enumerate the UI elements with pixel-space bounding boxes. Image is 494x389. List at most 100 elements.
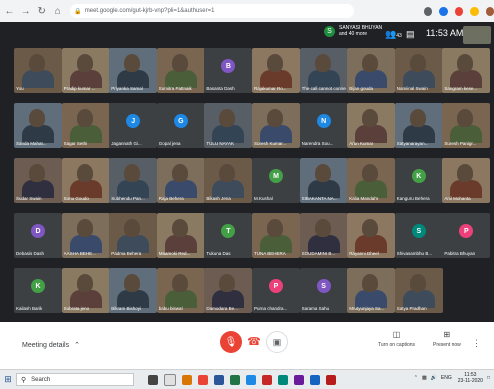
present-now-button[interactable]: ⊞ Present now <box>433 330 461 348</box>
captions-button[interactable]: ◫ Turn on captions <box>378 330 415 348</box>
app-icon[interactable] <box>294 374 304 385</box>
app-icon[interactable] <box>262 374 272 385</box>
self-view-thumbnail[interactable] <box>463 26 491 44</box>
address-bar[interactable]: 🔒 meet.google.com/gut-kjrb-vnp?pli=1&aut… <box>70 4 355 18</box>
participant-tile[interactable]: S Shivasambhu B... <box>394 213 443 258</box>
network-icon[interactable]: ▩ <box>422 375 427 381</box>
windows-start-icon[interactable]: ⊞ <box>0 370 16 389</box>
leave-call-button[interactable]: ☎ <box>244 331 264 351</box>
presenter-info[interactable]: S SANYASI BHUYAN and 40 more <box>324 25 393 37</box>
language-indicator[interactable]: ENG <box>441 375 452 381</box>
captions-label: Turn on captions <box>378 342 416 348</box>
participant-tile[interactable]: Sanda Mahat... <box>14 103 62 148</box>
app-icon[interactable] <box>310 374 320 385</box>
participant-tile[interactable]: Bijan gouda <box>347 48 396 93</box>
app-icon[interactable] <box>182 374 192 385</box>
participant-tile[interactable]: T Tukuna Das <box>204 213 253 258</box>
action-center-icon[interactable]: □ <box>487 375 490 381</box>
people-icon[interactable]: 👥43 <box>385 29 402 40</box>
participant-tile[interactable]: P Pabitra Bhuyan <box>442 213 491 258</box>
participant-tile[interactable]: Subrata jeno <box>61 268 110 313</box>
participant-tile[interactable]: Anil Mohanta <box>442 158 491 203</box>
taskbar-clock[interactable]: 11:53 23-11-2020 <box>458 372 483 384</box>
excel-icon[interactable] <box>230 374 240 385</box>
notification-up-icon[interactable]: ⌃ <box>414 375 418 381</box>
participant-tile[interactable]: SIBAKANTA NA... <box>299 158 348 203</box>
participant-avatar: D <box>31 224 45 238</box>
participant-tile[interactable]: K Kanguru Behera <box>394 158 443 203</box>
extension-icon[interactable] <box>439 6 448 16</box>
extension-icon[interactable] <box>454 6 464 16</box>
app-icon[interactable] <box>278 374 288 385</box>
participant-tile[interactable]: Kalia Mandal's <box>347 158 396 203</box>
participant-tile[interactable]: Subhendu Pan... <box>109 158 158 203</box>
extension-icon[interactable] <box>470 6 479 16</box>
participant-tile[interactable]: Satyanarayan... <box>394 103 443 148</box>
participant-tile[interactable]: Sonu Goudo <box>61 158 110 203</box>
participant-tile[interactable]: Suresh Panigr... <box>442 103 491 148</box>
file-explorer-icon[interactable] <box>164 373 176 386</box>
participant-tile[interactable]: TULU NAYAK <box>204 103 253 148</box>
participant-tile[interactable]: The call cannot connect this <box>299 48 348 93</box>
participant-name: Kanguru Behera <box>396 196 430 201</box>
participant-tile[interactable]: Pradip kumar ... <box>61 48 110 93</box>
participant-tile[interactable]: J Jagannath Gi... <box>109 103 158 148</box>
participant-tile[interactable]: Rayanni Dheel <box>347 213 396 258</box>
participant-tile[interactable]: Padma Behera <box>109 213 158 258</box>
participant-tile[interactable]: Raja Behera <box>156 158 205 203</box>
participant-tile[interactable]: S Sarama Sahu <box>299 268 348 313</box>
participant-name: M.Kushal <box>254 196 273 201</box>
participant-tile[interactable]: TUNA BEHERA <box>252 213 300 258</box>
participant-tile[interactable]: Sangram kese... <box>442 48 491 93</box>
participant-tile[interactable]: M M.Kushal <box>252 158 300 203</box>
participant-tile[interactable]: Bikram Bishoyi <box>109 268 158 313</box>
participant-tile[interactable]: Bikash Jena <box>204 158 253 203</box>
app-icon[interactable] <box>246 374 256 385</box>
participant-video <box>362 109 379 127</box>
meeting-details-button[interactable]: Meeting details ⌃ <box>22 341 80 349</box>
bookmark-star-icon[interactable] <box>424 6 433 16</box>
chat-icon[interactable]: ▤ <box>406 29 415 40</box>
participant-tile[interactable]: Satya Pradhan <box>394 268 443 313</box>
more-options-icon[interactable]: ⋮ <box>472 338 481 349</box>
home-icon[interactable]: ⌂ <box>51 4 64 18</box>
word-icon[interactable] <box>214 374 224 385</box>
microphone-toggle-button[interactable]: 🎙 <box>220 331 242 353</box>
back-icon[interactable]: ← <box>3 4 16 18</box>
taskbar-search-box[interactable]: ⚲ Search <box>16 373 134 386</box>
participant-tile[interactable]: Arun Kumar <box>347 103 396 148</box>
participant-tile[interactable]: Suresh Kumar... <box>252 103 300 148</box>
participant-tile[interactable]: Maamoki Red... <box>156 213 205 258</box>
participant-tile[interactable]: Priyanka Samal <box>109 48 158 93</box>
participant-tile[interactable]: Mrutyunjaya Sa... <box>347 268 396 313</box>
app-icon[interactable] <box>326 374 336 385</box>
participant-video <box>29 54 45 72</box>
task-view-icon[interactable] <box>148 374 158 385</box>
chrome-icon[interactable] <box>198 374 208 385</box>
participant-tile[interactable]: B Basanta Dash <box>204 48 253 93</box>
volume-icon[interactable]: 🔊 <box>431 375 437 381</box>
participant-tile[interactable]: Damodara Be... <box>204 268 253 313</box>
participant-tile[interactable]: Sagar Sethi <box>61 103 110 148</box>
reload-icon[interactable]: ↻ <box>35 4 48 18</box>
participant-tile[interactable]: Sumitra Pattnaik <box>156 48 205 93</box>
participant-tile[interactable]: babu biswal <box>156 268 205 313</box>
participant-avatar: P <box>269 279 283 293</box>
profile-avatar[interactable] <box>485 6 494 16</box>
forward-icon[interactable]: → <box>19 4 32 18</box>
participant-tile[interactable]: P Purna chandra... <box>252 268 300 313</box>
participant-tile[interactable]: AASHA BEHE... <box>61 213 110 258</box>
participant-tile[interactable]: G Gopal jena <box>156 103 205 148</box>
participant-tile[interactable]: Rajakumar Ro... <box>252 48 300 93</box>
participant-video <box>76 109 93 127</box>
participant-tile[interactable]: K Kailash Barik <box>14 268 62 313</box>
participant-avatar: M <box>269 169 283 183</box>
participant-tile[interactable]: You <box>14 48 62 93</box>
participant-tile[interactable]: N Narendra Sou... <box>299 103 348 148</box>
participant-tile[interactable]: SOUDAMINI B... <box>299 213 348 258</box>
camera-toggle-button[interactable]: ▣ <box>266 331 288 353</box>
participant-tile[interactable]: D Debasis Dash <box>14 213 62 258</box>
participant-name: Satya Pradhan <box>396 306 427 311</box>
participant-tile[interactable]: Namiinal Swain <box>394 48 443 93</box>
participant-tile[interactable]: Sudar Swain <box>14 158 62 203</box>
